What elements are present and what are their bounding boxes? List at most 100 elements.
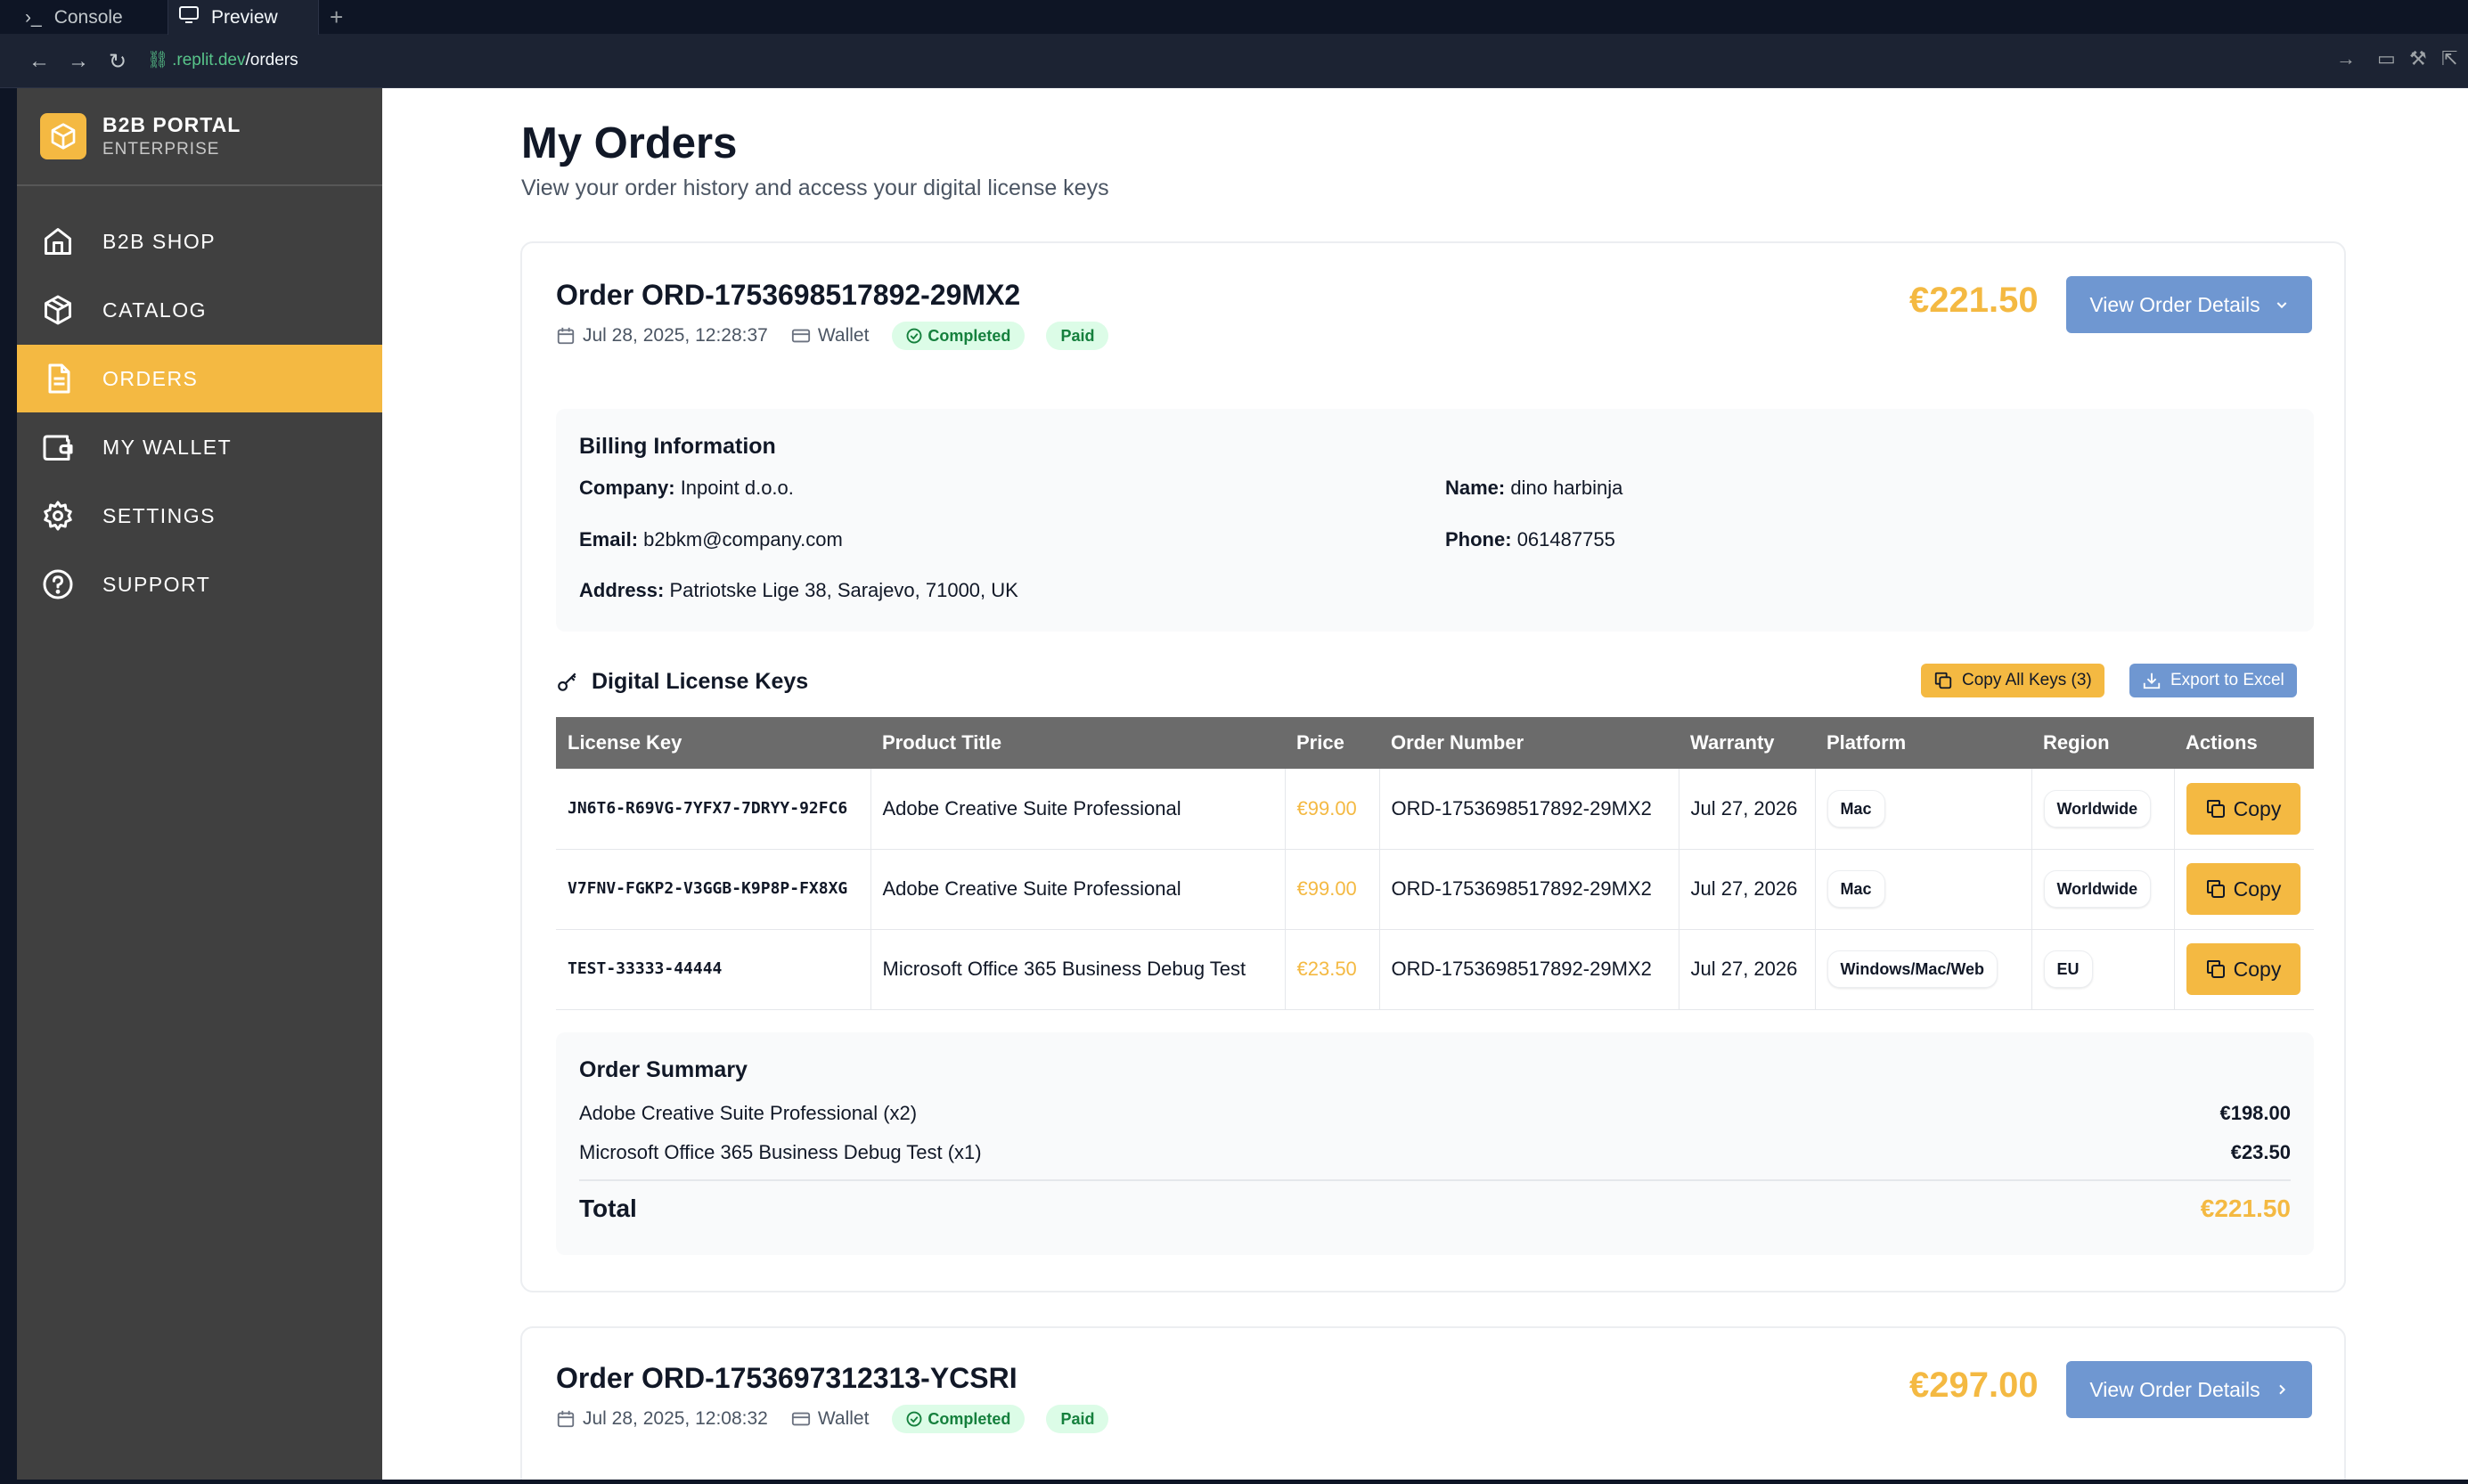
brand-title: B2B PORTAL <box>102 113 241 136</box>
order-card: Order ORD-1753697312313-YCSRI Jul 28, 20… <box>520 1326 2346 1480</box>
region-badge: Worldwide <box>2043 870 2152 908</box>
price: €99.00 <box>1285 849 1380 930</box>
ide-tab-bar: ›_ Console Preview + <box>0 0 2468 35</box>
open-arrow-icon[interactable]: → <box>2336 47 2356 70</box>
region-badge: EU <box>2043 950 2093 988</box>
price: €23.50 <box>1285 929 1380 1010</box>
license-key: JN6T6-R69VG-7YFX7-7DRYY-92FC6 <box>556 769 871 850</box>
billing-email: Email: b2bkm@company.com <box>579 528 843 550</box>
sidebar-item-catalog[interactable]: CATALOG <box>17 276 382 344</box>
url-bar: ← → ↻ ⛓ .replit.dev/orders → ▭ ⚒ ⇱ <box>0 35 2468 88</box>
page-title: My Orders <box>521 119 738 167</box>
col-actions: Actions <box>2174 717 2314 769</box>
license-keys-title: Digital License Keys <box>592 669 809 694</box>
col-warranty: Warranty <box>1679 717 1815 769</box>
billing-name: Name: dino harbinja <box>1445 477 1623 499</box>
sidebar-item-label: SETTINGS <box>102 503 217 527</box>
copy-icon <box>2206 880 2225 898</box>
table-row: TEST-33333-44444 Microsoft Office 365 Bu… <box>556 929 2314 1010</box>
forward-arrow-icon[interactable]: → <box>64 47 93 76</box>
tab-console[interactable]: ›_ Console <box>25 0 123 35</box>
price: €99.00 <box>1285 769 1380 850</box>
order-summary: Order Summary Adobe Creative Suite Profe… <box>556 1032 2314 1255</box>
chevron-down-icon <box>2275 293 2289 317</box>
url-domain: .replit.dev <box>172 51 246 69</box>
sidebar-item-label: CATALOG <box>102 298 207 322</box>
order-title: Order ORD-1753697312313-YCSRI <box>556 1362 1017 1394</box>
product-title: Adobe Creative Suite Professional <box>870 769 1286 850</box>
help-circle-icon <box>40 567 76 602</box>
cube-logo-icon <box>40 113 86 159</box>
payment-method: Wallet <box>791 325 869 347</box>
link-icon: ⛓ <box>147 51 169 69</box>
order-total: €221.50 <box>1909 281 2039 320</box>
billing-title: Billing Information <box>579 434 776 459</box>
reload-icon[interactable]: ↻ <box>103 47 132 76</box>
order-date: Jul 28, 2025, 12:08:32 <box>556 1408 768 1430</box>
view-order-details-button[interactable]: View Order Details <box>2066 276 2312 333</box>
url-path: /orders <box>245 51 298 69</box>
sidebar-item-label: SUPPORT <box>102 572 211 596</box>
box-icon <box>40 292 76 328</box>
summary-line: Microsoft Office 365 Business Debug Test… <box>579 1141 2291 1163</box>
sidebar-item-label: B2B SHOP <box>102 229 217 253</box>
sidebar-item-b2b-shop[interactable]: B2B SHOP <box>17 208 382 275</box>
summary-total: Total €221.50 <box>579 1195 2291 1222</box>
copy-key-button[interactable]: Copy <box>2186 943 2300 995</box>
copy-key-button[interactable]: Copy <box>2186 863 2300 915</box>
order-meta: Jul 28, 2025, 12:08:32 Wallet Completed … <box>556 1405 1130 1433</box>
sidebar-item-support[interactable]: SUPPORT <box>17 550 382 618</box>
summary-line: Adobe Creative Suite Professional (x2) €… <box>579 1102 2291 1124</box>
page-subtitle: View your order history and access your … <box>521 175 1109 200</box>
payment-status-badge: Paid <box>1046 1405 1109 1433</box>
calendar-icon <box>557 1410 575 1428</box>
tab-preview[interactable]: Preview <box>168 0 319 35</box>
external-link-icon[interactable]: ⇱ <box>2441 47 2457 70</box>
sidebar: B2B PORTAL ENTERPRISE B2B SHOP CATALOG O… <box>17 88 382 1480</box>
license-keys-table: License Key Product Title Price Order Nu… <box>556 717 2314 1010</box>
platform-badge: Mac <box>1826 870 1885 908</box>
export-to-excel-button[interactable]: Export to Excel <box>2129 664 2297 697</box>
warranty: Jul 27, 2026 <box>1679 849 1816 930</box>
monitor-icon <box>179 5 199 29</box>
url-field[interactable]: ⛓ .replit.dev/orders <box>147 49 298 70</box>
back-arrow-icon[interactable]: ← <box>25 47 53 76</box>
wallet-icon <box>40 429 76 465</box>
devices-icon[interactable]: ▭ <box>2377 47 2396 70</box>
status-badge: Completed <box>892 1405 1026 1433</box>
product-title: Adobe Creative Suite Professional <box>870 849 1286 930</box>
download-icon <box>2143 673 2161 689</box>
order-date: Jul 28, 2025, 12:28:37 <box>556 325 768 347</box>
billing-company: Company: Inpoint d.o.o. <box>579 477 794 499</box>
order-total: €297.00 <box>1909 1366 2039 1405</box>
platform-badge: Mac <box>1826 789 1885 828</box>
billing-phone: Phone: 061487755 <box>1445 528 1615 550</box>
view-order-details-button[interactable]: View Order Details <box>2066 1361 2312 1418</box>
billing-information: Billing Information Company: Inpoint d.o… <box>556 409 2314 632</box>
app-viewport: B2B PORTAL ENTERPRISE B2B SHOP CATALOG O… <box>17 88 2468 1480</box>
col-platform: Platform <box>1815 717 2031 769</box>
check-circle-icon <box>906 328 922 344</box>
home-icon <box>40 224 76 259</box>
sidebar-item-my-wallet[interactable]: MY WALLET <box>17 413 382 481</box>
license-key: V7FNV-FGKP2-V3GGB-K9P8P-FX8XG <box>556 849 871 930</box>
sidebar-item-settings[interactable]: SETTINGS <box>17 482 382 550</box>
payment-method: Wallet <box>791 1408 869 1430</box>
wrench-icon[interactable]: ⚒ <box>2409 47 2427 70</box>
new-tab-icon[interactable]: + <box>330 0 343 35</box>
terminal-icon: ›_ <box>25 6 42 28</box>
sidebar-item-orders[interactable]: ORDERS <box>17 345 382 412</box>
calendar-icon <box>557 327 575 345</box>
credit-card-icon <box>791 329 810 343</box>
table-row: V7FNV-FGKP2-V3GGB-K9P8P-FX8XG Adobe Crea… <box>556 849 2314 930</box>
warranty: Jul 27, 2026 <box>1679 769 1816 850</box>
order-number: ORD-1753698517892-29MX2 <box>1379 849 1679 930</box>
key-icon <box>558 672 576 691</box>
license-keys-header: Digital License Keys <box>556 669 808 695</box>
copy-all-keys-button[interactable]: Copy All Keys (3) <box>1921 664 2104 697</box>
gear-icon <box>40 498 76 534</box>
col-order-number: Order Number <box>1379 717 1679 769</box>
copy-key-button[interactable]: Copy <box>2186 782 2300 835</box>
copy-icon <box>1934 672 1952 689</box>
col-region: Region <box>2031 717 2174 769</box>
